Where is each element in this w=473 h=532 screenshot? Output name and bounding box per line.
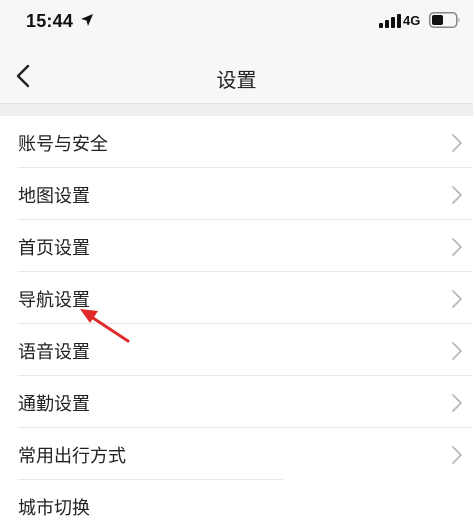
chevron-right-icon bbox=[452, 186, 462, 204]
item-label: 城市切换 bbox=[18, 498, 90, 519]
signal-icon bbox=[379, 14, 401, 28]
status-bar: 15:44 4G bbox=[0, 0, 473, 44]
chevron-right-icon bbox=[452, 342, 462, 360]
item-label: 首页设置 bbox=[18, 238, 90, 259]
chevron-right-icon bbox=[452, 134, 462, 152]
settings-list: 账号与安全 地图设置 首页设置 导航设置 语音设置 通勤设置 常用出行方式 城市… bbox=[0, 116, 473, 532]
chevron-right-icon bbox=[452, 446, 462, 464]
location-arrow-icon bbox=[81, 14, 93, 26]
battery-icon bbox=[429, 12, 460, 28]
settings-item-map[interactable]: 地图设置 bbox=[0, 168, 473, 220]
settings-item-travel-mode[interactable]: 常用出行方式 bbox=[0, 428, 473, 480]
chevron-right-icon bbox=[452, 290, 462, 308]
item-label: 语音设置 bbox=[18, 342, 90, 363]
settings-item-voice[interactable]: 语音设置 bbox=[0, 324, 473, 376]
network-type: 4G bbox=[403, 13, 421, 28]
chevron-right-icon bbox=[452, 238, 462, 256]
settings-item-navigation[interactable]: 导航设置 bbox=[0, 272, 473, 324]
item-label: 账号与安全 bbox=[18, 134, 108, 155]
settings-item-city-switch[interactable]: 城市切换 bbox=[0, 480, 473, 532]
settings-item-commute[interactable]: 通勤设置 bbox=[0, 376, 473, 428]
settings-item-account-security[interactable]: 账号与安全 bbox=[0, 116, 473, 168]
item-label: 通勤设置 bbox=[18, 394, 90, 415]
chevron-right-icon bbox=[452, 394, 462, 412]
item-label: 导航设置 bbox=[18, 290, 90, 311]
page-title: 设置 bbox=[216, 68, 257, 92]
nav-bar: 设置 bbox=[0, 44, 473, 104]
status-time: 15:44 bbox=[26, 11, 74, 31]
item-label: 常用出行方式 bbox=[18, 446, 126, 467]
settings-item-homepage[interactable]: 首页设置 bbox=[0, 220, 473, 272]
item-label: 地图设置 bbox=[18, 186, 90, 207]
section-gap bbox=[0, 104, 473, 116]
